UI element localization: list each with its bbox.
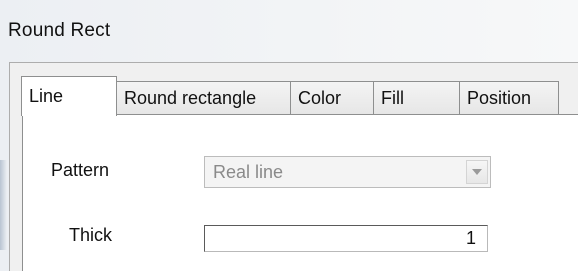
tab-position-label: Position (467, 88, 532, 108)
tab-position[interactable]: Position (459, 81, 559, 115)
round-rect-dialog: Round Rect Line Round rectangle Color Fi… (0, 0, 578, 271)
line-tab-panel: Pattern Real line Thick 1 (22, 114, 578, 271)
thick-input[interactable]: 1 (204, 225, 488, 252)
tab-round-rectangle[interactable]: Round rectangle (116, 81, 291, 115)
tab-strip: Line Round rectangle Color Fill Position (21, 75, 559, 116)
thick-label: Thick (69, 225, 113, 245)
pattern-dropdown-button[interactable] (466, 160, 488, 184)
tab-fill-label: Fill (381, 88, 404, 108)
pattern-label: Pattern (51, 160, 110, 180)
window-edge-shadow (0, 160, 7, 250)
pattern-select[interactable]: Real line (204, 156, 491, 188)
tab-line-label: Line (29, 86, 64, 106)
dialog-title: Round Rect (8, 20, 111, 41)
tab-color-label: Color (298, 88, 342, 108)
tab-round-rectangle-label: Round rectangle (124, 88, 257, 108)
tab-color[interactable]: Color (290, 81, 374, 115)
tab-fill[interactable]: Fill (373, 81, 460, 115)
chevron-down-icon (472, 169, 482, 175)
tab-line[interactable]: Line (21, 76, 117, 116)
pattern-select-value: Real line (213, 162, 284, 182)
